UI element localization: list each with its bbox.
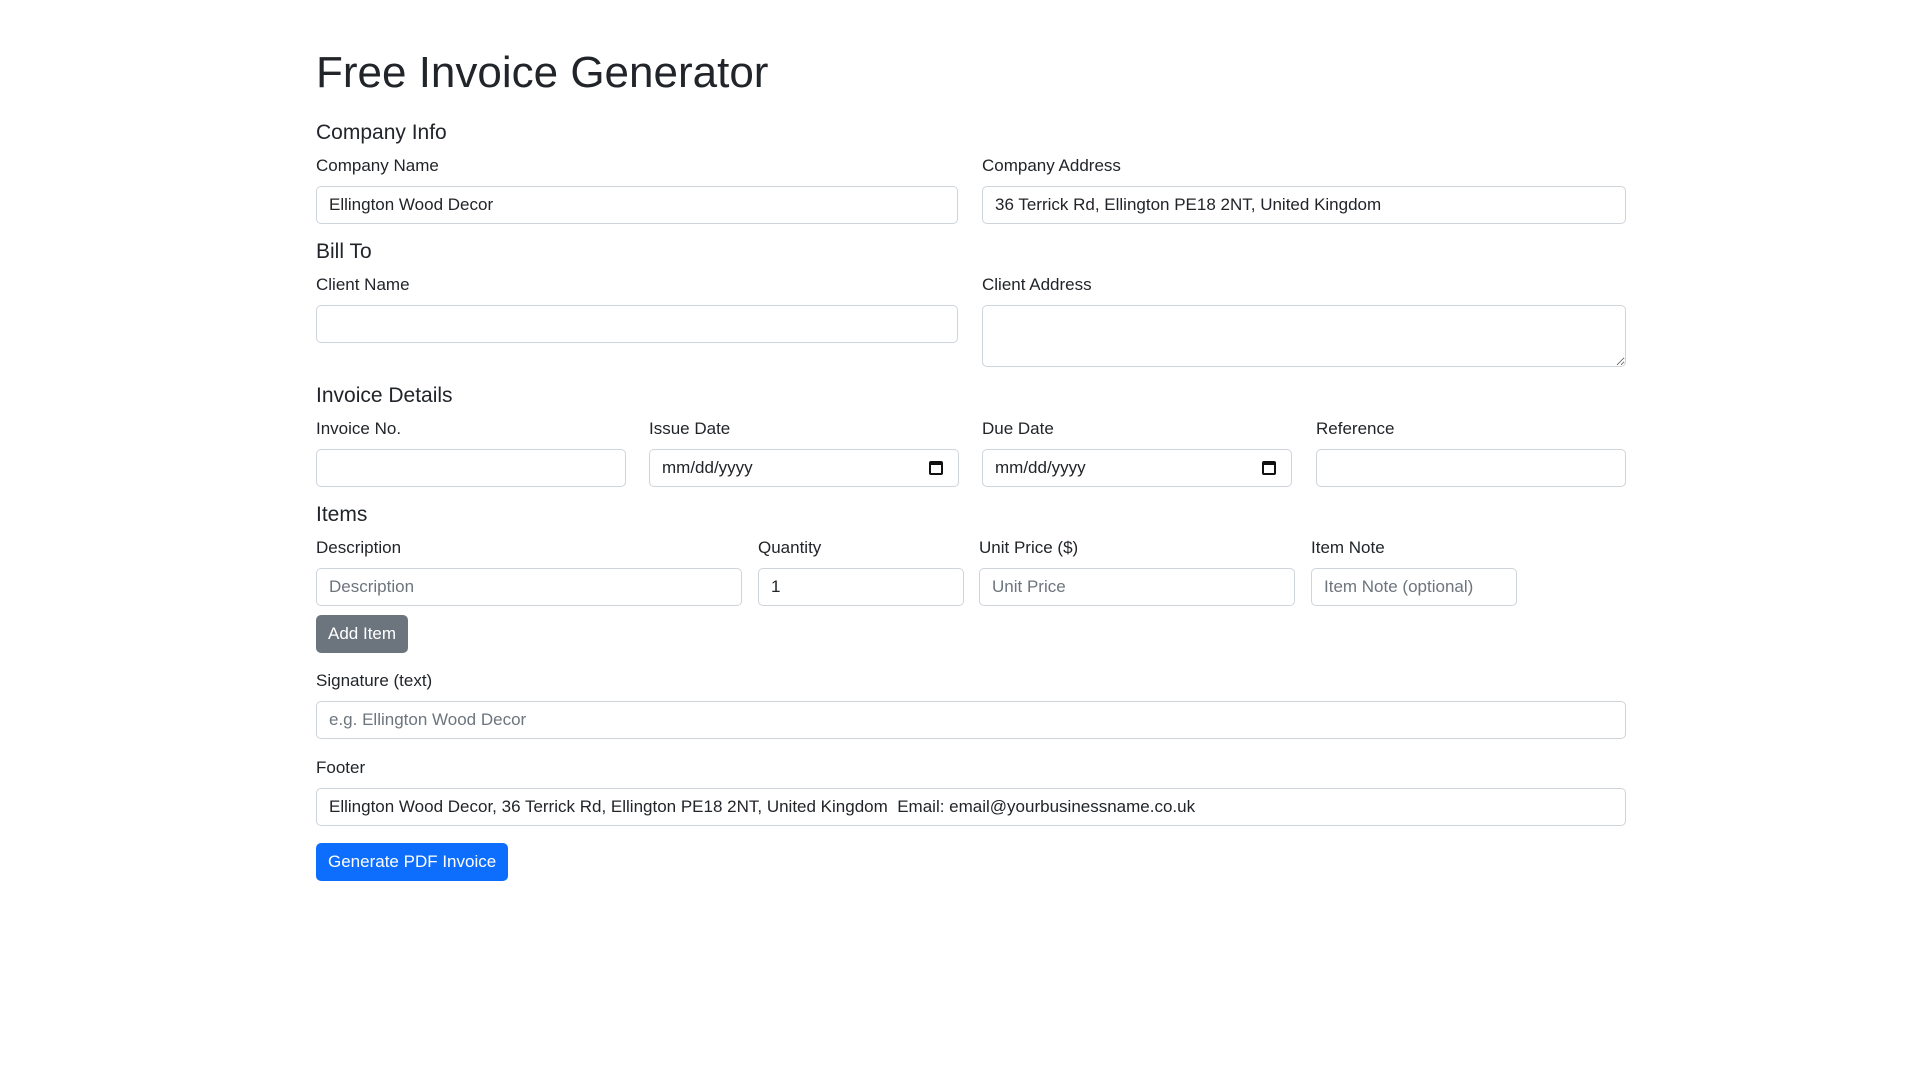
calendar-icon[interactable]	[929, 461, 943, 475]
company-address-input[interactable]	[982, 186, 1626, 224]
issue-date-input[interactable]: mm/dd/yyyy	[649, 449, 959, 487]
item-note-input[interactable]	[1311, 568, 1517, 606]
company-info-heading: Company Info	[316, 121, 447, 144]
reference-input[interactable]	[1316, 449, 1626, 487]
client-address-textarea[interactable]	[982, 305, 1626, 367]
company-address-label: Company Address	[982, 156, 1121, 175]
client-name-label: Client Name	[316, 275, 410, 294]
signature-input[interactable]	[316, 701, 1626, 739]
item-note-label: Item Note	[1311, 538, 1385, 557]
invoice-details-heading: Invoice Details	[316, 384, 453, 407]
invoice-no-label: Invoice No.	[316, 419, 402, 438]
client-address-label: Client Address	[982, 275, 1092, 294]
due-date-input[interactable]: mm/dd/yyyy	[982, 449, 1292, 487]
company-name-input[interactable]	[316, 186, 958, 224]
quantity-input[interactable]	[758, 568, 964, 606]
generate-pdf-button[interactable]: Generate PDF Invoice	[316, 843, 509, 881]
page-title: Free Invoice Generator	[316, 48, 769, 97]
signature-label: Signature (text)	[316, 671, 433, 690]
issue-date-label: Issue Date	[649, 419, 731, 438]
description-label: Description	[316, 538, 402, 557]
items-heading: Items	[316, 503, 368, 526]
unit-price-label: Unit Price ($)	[979, 538, 1079, 557]
company-name-label: Company Name	[316, 156, 439, 175]
client-name-input[interactable]	[316, 305, 958, 343]
add-item-button[interactable]: Add Item	[316, 615, 409, 653]
footer-label: Footer	[316, 758, 366, 777]
unit-price-input[interactable]	[979, 568, 1295, 606]
reference-label: Reference	[1316, 419, 1395, 438]
due-date-label: Due Date	[982, 419, 1054, 438]
issue-date-value: mm/dd/yyyy	[662, 458, 753, 477]
description-input[interactable]	[316, 568, 742, 606]
calendar-icon[interactable]	[1262, 461, 1276, 475]
bill-to-heading: Bill To	[316, 240, 372, 263]
footer-input[interactable]	[316, 788, 1626, 826]
invoice-no-input[interactable]	[316, 449, 626, 487]
quantity-label: Quantity	[758, 538, 822, 557]
due-date-value: mm/dd/yyyy	[995, 458, 1086, 477]
